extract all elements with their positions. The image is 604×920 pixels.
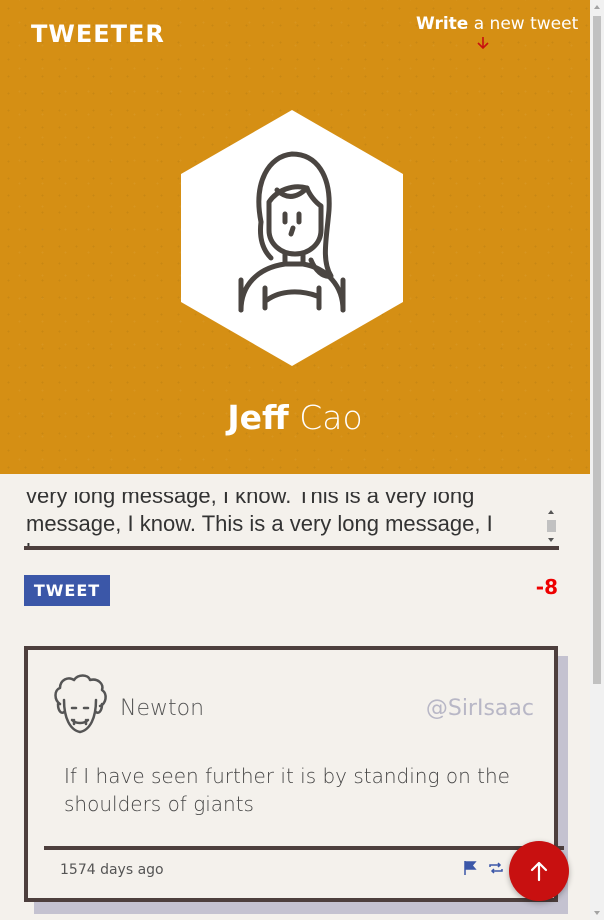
scroll-up-icon[interactable] <box>548 510 554 514</box>
tweet-compose-textarea[interactable]: very long message, I know. This is a ver… <box>24 492 559 550</box>
scroll-down-icon[interactable] <box>548 538 554 542</box>
first-name: Jeff <box>227 398 289 437</box>
scroll-thumb[interactable] <box>547 520 556 532</box>
scroll-to-top-button[interactable] <box>509 841 569 901</box>
write-link-bold: Write <box>416 14 469 34</box>
character-counter: -8 <box>535 575 558 599</box>
profile-name: Jeff Cao <box>0 398 590 437</box>
compose-text: very long message, I know. This is a ver… <box>26 492 493 546</box>
tweet-card: Newton @SirIsaac If I have seen further … <box>24 646 564 902</box>
tweet-button[interactable]: TWEET <box>24 575 110 606</box>
tweet-author-name: Newton <box>120 696 205 721</box>
last-name: Cao <box>288 398 363 437</box>
textarea-scrollbar[interactable] <box>545 506 557 544</box>
tweet-body: If I have seen further it is by standing… <box>64 764 510 816</box>
retweet-icon[interactable] <box>488 860 504 876</box>
page-scroll-up-icon[interactable] <box>594 5 600 9</box>
page-scroll-down-icon[interactable] <box>594 911 600 915</box>
tweet-author-handle: @SirIsaac <box>425 696 534 721</box>
write-link-rest: a new tweet <box>468 14 579 34</box>
newton-avatar-icon <box>54 674 107 734</box>
page-scroll-thumb[interactable] <box>593 16 601 684</box>
arrow-down-icon[interactable] <box>475 36 491 50</box>
arrow-up-icon <box>530 861 548 882</box>
logo[interactable]: TWEETER <box>31 20 165 48</box>
flag-icon[interactable] <box>462 860 478 876</box>
user-avatar-icon <box>181 110 403 366</box>
write-new-tweet-link[interactable]: Write a new tweet <box>416 14 578 34</box>
tweet-divider <box>44 846 564 850</box>
profile-header: TWEETER Write a new tweet Jeff Cao <box>0 0 590 474</box>
page-scrollbar[interactable] <box>590 0 604 920</box>
tweet-timestamp: 1574 days ago <box>60 862 164 878</box>
